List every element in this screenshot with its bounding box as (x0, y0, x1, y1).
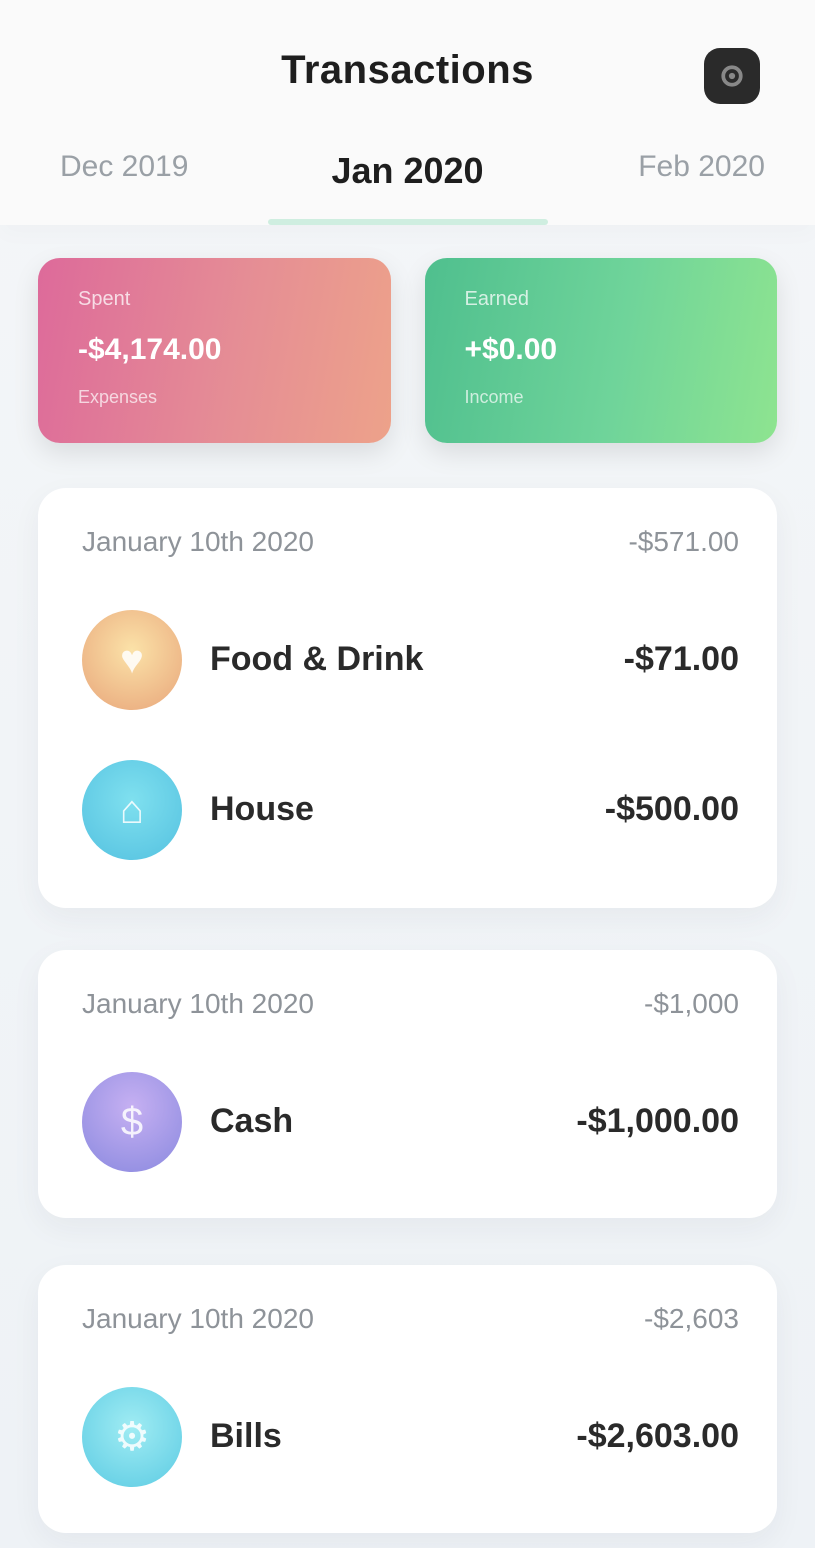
header: Transactions (0, 0, 815, 130)
income-summary-card[interactable]: Earned +$0.00 Income (424, 258, 777, 443)
food-icon: ♥ (82, 610, 182, 710)
day-group-date: January 10th 2020 (82, 1303, 314, 1334)
day-group-header: January 10th 2020 -$1,000 (38, 950, 777, 1050)
day-group: January 10th 2020 -$1,000 $ Cash -$1,000… (38, 950, 777, 1218)
transaction-amount: -$71.00 (623, 640, 739, 678)
transaction-row[interactable]: $ Cash -$1,000.00 (38, 1050, 777, 1200)
transaction-amount: -$2,603.00 (576, 1417, 739, 1455)
tab-next-month[interactable]: Feb 2020 (638, 150, 765, 184)
transaction-amount: -$500.00 (604, 790, 739, 828)
transaction-name: Food & Drink (210, 640, 424, 678)
active-tab-indicator (268, 219, 548, 225)
transaction-row[interactable]: ♥ Food & Drink -$71.00 (38, 588, 777, 738)
transaction-row[interactable]: ⚙ Bills -$2,603.00 (38, 1365, 777, 1515)
transactions-screen: Transactions Dec 2019 Jan 2020 Feb 2020 … (0, 0, 815, 1548)
day-group-total: -$571.00 (628, 526, 739, 557)
bills-icon: ⚙ (82, 1387, 182, 1487)
income-value: +$0.00 (464, 333, 558, 366)
day-group-date: January 10th 2020 (82, 988, 314, 1019)
cash-icon: $ (82, 1072, 182, 1172)
day-group-header: January 10th 2020 -$571.00 (38, 488, 777, 588)
house-icon: ⌂ (82, 760, 182, 860)
expense-label: Spent (78, 288, 131, 310)
day-group-total: -$1,000 (644, 988, 739, 1019)
day-group-total: -$2,603 (644, 1303, 739, 1334)
summary-cards: Spent -$4,174.00 Expenses Earned +$0.00 … (38, 258, 777, 443)
transaction-amount: -$1,000.00 (576, 1102, 739, 1140)
day-group-header: January 10th 2020 -$2,603 (38, 1265, 777, 1365)
day-group: January 10th 2020 -$571.00 ♥ Food & Drin… (38, 488, 777, 908)
transaction-name: Bills (210, 1417, 282, 1455)
transaction-name: House (210, 790, 314, 828)
transaction-row[interactable]: ⌂ House -$500.00 (38, 738, 777, 888)
expense-value: -$4,174.00 (78, 333, 222, 366)
day-group: January 10th 2020 -$2,603 ⚙ Bills -$2,60… (38, 1265, 777, 1533)
expense-summary-card[interactable]: Spent -$4,174.00 Expenses (38, 258, 391, 443)
gear-icon (721, 65, 743, 87)
settings-button[interactable] (704, 48, 760, 104)
expense-subtitle: Expenses (78, 387, 158, 407)
day-group-date: January 10th 2020 (82, 526, 314, 557)
month-tabs: Dec 2019 Jan 2020 Feb 2020 (0, 130, 815, 225)
transaction-name: Cash (210, 1102, 294, 1140)
page-title: Transactions (281, 48, 534, 92)
income-subtitle: Income (464, 387, 524, 407)
income-label: Earned (464, 288, 530, 310)
